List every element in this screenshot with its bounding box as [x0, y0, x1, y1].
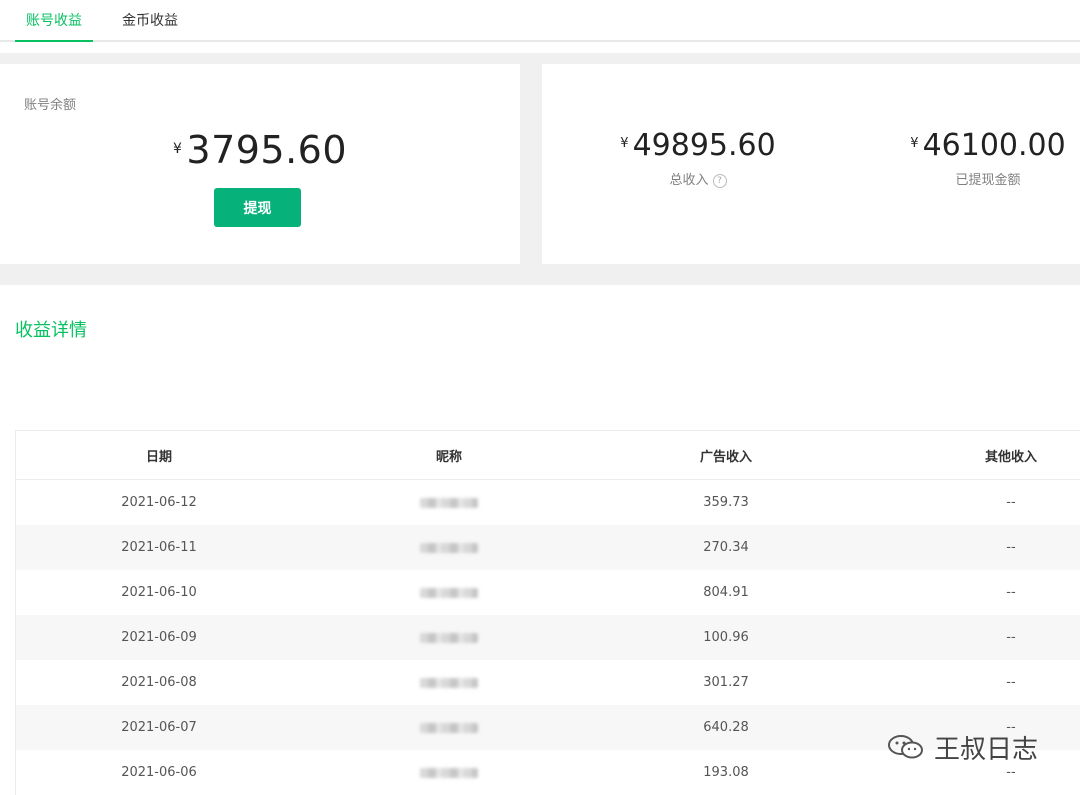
- currency-symbol: ¥: [910, 136, 919, 151]
- cell-date: 2021-06-09: [121, 630, 197, 645]
- cell-nickname: [384, 705, 514, 750]
- cell-date: 2021-06-12: [121, 495, 197, 510]
- cell-nickname: [384, 480, 514, 525]
- cell-date: 2021-06-06: [121, 765, 197, 780]
- cell-other-income: --: [1006, 495, 1016, 510]
- blurred-nickname: [420, 632, 478, 643]
- cell-other-income: --: [1006, 675, 1016, 690]
- tab-bar: 账号收益 金币收益: [0, 0, 1080, 42]
- question-circle-icon[interactable]: ?: [712, 173, 727, 188]
- table-row: 2021-06-11 270.34 --: [16, 525, 1080, 570]
- cell-ad-income: 640.28: [703, 720, 749, 735]
- cell-date: 2021-06-08: [121, 675, 197, 690]
- total-income-stat: ¥49895.60 总收入?: [598, 128, 798, 188]
- cell-date: 2021-06-11: [121, 540, 197, 555]
- table-row: 2021-06-08 301.27 --: [16, 660, 1080, 705]
- cell-ad-income: 301.27: [703, 675, 749, 690]
- blurred-nickname: [420, 497, 478, 508]
- details-title: 收益详情: [15, 320, 87, 341]
- cell-other-income: --: [1006, 585, 1016, 600]
- cell-ad-income: 270.34: [703, 540, 749, 555]
- total-income-label: 总收入: [669, 173, 709, 188]
- withdrawn-stat: ¥46100.00 已提现金额: [888, 128, 1080, 188]
- balance-label: 账号余额: [24, 98, 77, 113]
- watermark: 王叔日志: [886, 730, 1039, 765]
- wechat-icon: [888, 735, 923, 759]
- table-row: 2021-06-10 804.91 --: [16, 570, 1080, 615]
- cell-nickname: [384, 750, 514, 795]
- cell-other-income: --: [1006, 540, 1016, 555]
- table-row: 2021-06-09 100.96 --: [16, 615, 1080, 660]
- balance-amount: ¥3795.60: [0, 128, 520, 172]
- stats-card: ¥49895.60 总收入? ¥46100.00 已提现金额: [542, 64, 1080, 264]
- watermark-text: 王叔日志: [934, 734, 1039, 765]
- withdrawn-label: 已提现金额: [955, 173, 1021, 188]
- tab-account-earnings[interactable]: 账号收益: [15, 0, 93, 42]
- column-header-other-income: 其他收入: [984, 449, 1037, 465]
- cell-ad-income: 193.08: [703, 765, 749, 780]
- cell-nickname: [384, 615, 514, 660]
- table-row: 2021-06-12 359.73 --: [16, 480, 1080, 525]
- blurred-nickname: [420, 587, 478, 598]
- withdrawn-amount: ¥46100.00: [888, 128, 1080, 163]
- column-header-nickname: 昵称: [435, 449, 462, 465]
- table-header: 日期 昵称 广告收入 其他收入: [16, 431, 1080, 480]
- cell-nickname: [384, 660, 514, 705]
- blurred-nickname: [420, 767, 478, 778]
- balance-card: 账号余额 ¥3795.60 提现: [0, 64, 520, 264]
- cell-nickname: [384, 570, 514, 615]
- withdraw-button[interactable]: 提现: [214, 188, 301, 227]
- cell-ad-income: 100.96: [703, 630, 749, 645]
- currency-symbol: ¥: [172, 140, 183, 157]
- cell-other-income: --: [1006, 630, 1016, 645]
- withdrawn-value: 46100.00: [922, 128, 1066, 163]
- currency-symbol: ¥: [620, 136, 629, 151]
- cell-nickname: [384, 525, 514, 570]
- blurred-nickname: [420, 542, 478, 553]
- total-income-amount: ¥49895.60: [598, 128, 798, 163]
- blurred-nickname: [420, 722, 478, 733]
- column-header-ad-income: 广告收入: [699, 449, 752, 465]
- cell-ad-income: 804.91: [703, 585, 749, 600]
- column-header-date: 日期: [145, 449, 172, 465]
- blurred-nickname: [420, 677, 478, 688]
- total-income-value: 49895.60: [632, 128, 776, 163]
- tab-coin-earnings[interactable]: 金币收益: [110, 0, 190, 40]
- total-income-label-row: 总收入?: [598, 169, 798, 188]
- cell-date: 2021-06-07: [121, 720, 197, 735]
- balance-value: 3795.60: [186, 128, 348, 172]
- cell-date: 2021-06-10: [121, 585, 197, 600]
- cell-ad-income: 359.73: [703, 495, 749, 510]
